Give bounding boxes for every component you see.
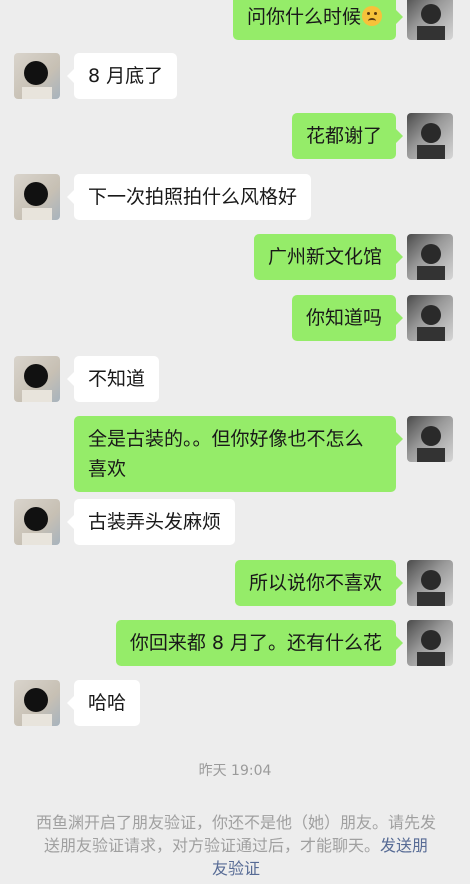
contact-message-bubble[interactable]: 下一次拍照拍什么风格好 <box>66 174 312 220</box>
contact-message-bubble[interactable]: 哈哈 <box>66 680 141 726</box>
my-message-bubble[interactable]: 全是古装的。。但你好像也不怎么喜欢 <box>74 416 403 492</box>
my-avatar[interactable] <box>407 113 453 159</box>
contact-message-bubble[interactable]: 古装弄头发麻烦 <box>66 499 236 545</box>
my-avatar[interactable] <box>407 234 453 280</box>
contact-avatar[interactable] <box>14 499 60 545</box>
my-message-bubble[interactable]: 花都谢了 <box>291 113 404 159</box>
my-message-bubble[interactable]: 问你什么时候 <box>232 0 404 40</box>
system-notice-text: 西鱼渊开启了朋友验证，你还不是他（她）朋友。请先发送朋友验证请求，对方验证通过后… <box>36 813 437 855</box>
contact-avatar[interactable] <box>14 680 60 726</box>
frowning-emoji-icon <box>362 6 382 26</box>
contact-avatar[interactable] <box>14 174 60 220</box>
my-message-bubble[interactable]: 你回来都 8 月了。还有什么花 <box>115 620 404 666</box>
contact-message-bubble[interactable]: 8 月底了 <box>66 53 178 99</box>
contact-avatar[interactable] <box>14 356 60 402</box>
my-avatar[interactable] <box>407 560 453 606</box>
my-avatar[interactable] <box>407 0 453 40</box>
contact-avatar[interactable] <box>14 53 60 99</box>
timestamp: 昨天 19:04 <box>198 763 272 779</box>
my-avatar[interactable] <box>407 416 453 462</box>
my-avatar[interactable] <box>407 620 453 666</box>
my-message-bubble[interactable]: 你知道吗 <box>291 295 404 341</box>
contact-message-bubble[interactable]: 不知道 <box>66 356 160 402</box>
my-message-bubble[interactable]: 广州新文化馆 <box>253 234 404 280</box>
my-message-bubble[interactable]: 所以说你不喜欢 <box>234 560 404 606</box>
my-avatar[interactable] <box>407 295 453 341</box>
system-notice: 西鱼渊开启了朋友验证，你还不是他（她）朋友。请先发送朋友验证请求，对方验证通过后… <box>36 811 436 880</box>
